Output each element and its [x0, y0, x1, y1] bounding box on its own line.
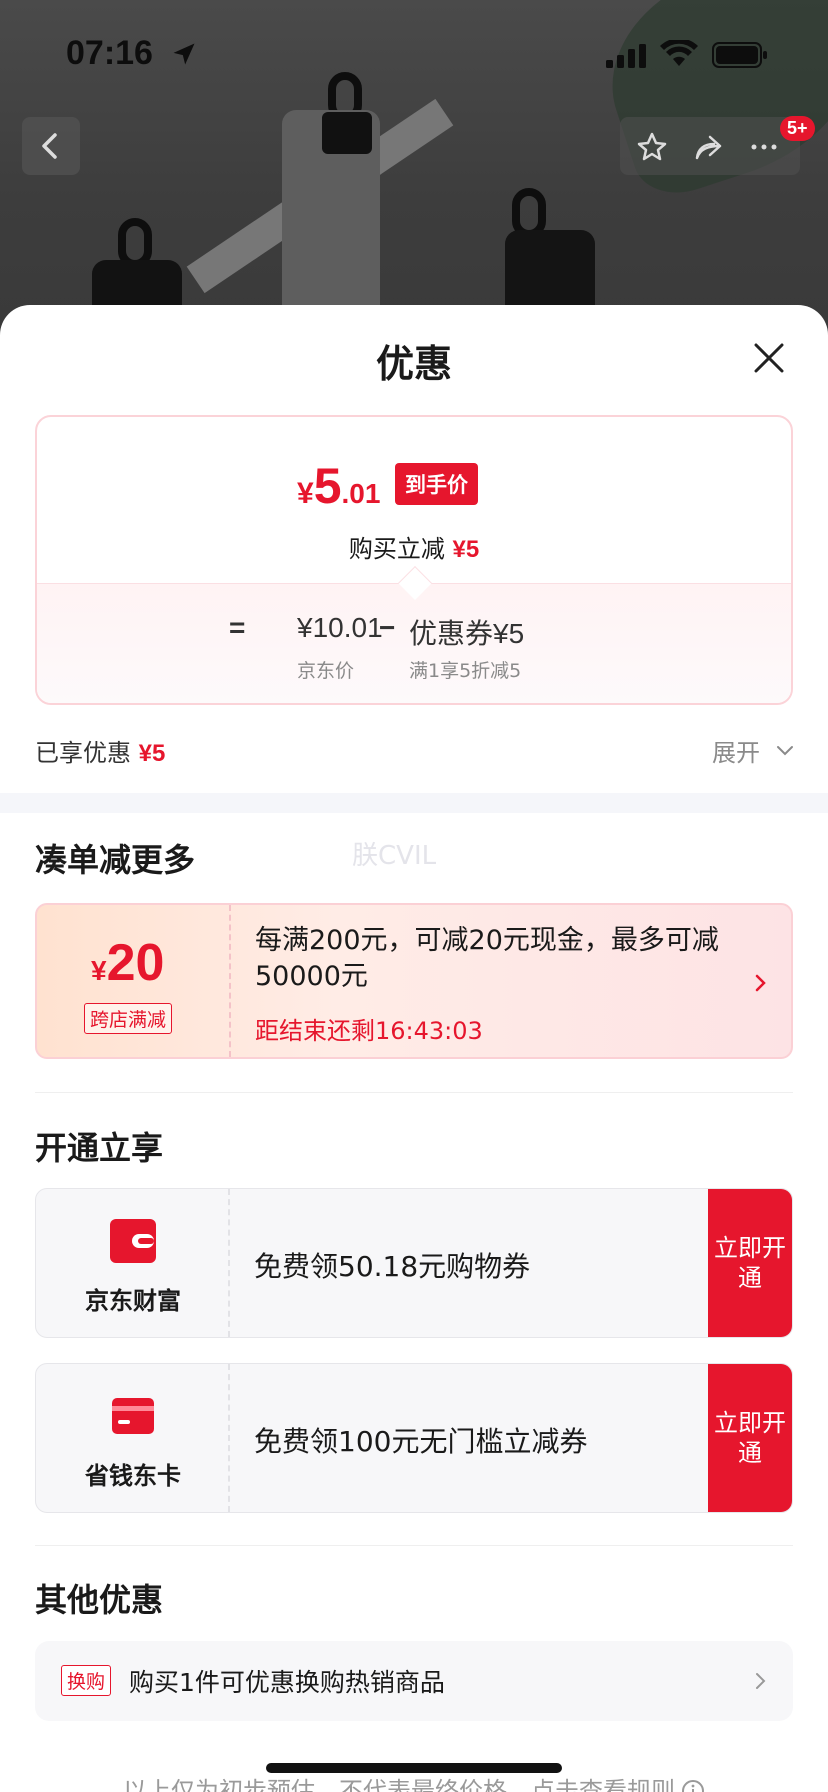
- final-price-tag: 到手价: [395, 463, 478, 505]
- location-arrow-icon: [173, 43, 195, 65]
- bundle-section-title: 凑单减更多: [35, 841, 196, 879]
- member-name: 省钱东卡: [85, 1462, 181, 1490]
- top-action-bar: [620, 117, 800, 175]
- final-price-decimal: .01: [341, 478, 381, 509]
- status-bar: 07:16: [0, 0, 828, 110]
- watermark-text: 朕CVIL: [352, 841, 437, 871]
- price-formula: = ¥10.01 京东价 − 优惠券¥5 满1享5折减5: [37, 583, 791, 703]
- equals-sign: =: [229, 612, 246, 643]
- promo-countdown: 距结束还剩16:43:03: [255, 1017, 483, 1045]
- open-now-section-title: 开通立享: [35, 1129, 164, 1167]
- open-now-button[interactable]: 立即开通: [708, 1364, 792, 1512]
- price-top: ¥5.01 到手价 购买立减 ¥5: [37, 417, 791, 585]
- section-divider: [0, 793, 828, 813]
- base-price: ¥10.01: [297, 612, 383, 643]
- divider: [35, 1545, 793, 1546]
- enjoyed-label: 已享优惠: [35, 739, 131, 767]
- base-price-label: 京东价: [297, 660, 355, 682]
- wallet-icon: [110, 1219, 156, 1263]
- member-left: 省钱东卡: [36, 1364, 230, 1512]
- home-indicator: [266, 1763, 562, 1773]
- final-price-integer: 5: [313, 458, 342, 514]
- chevron-right-icon: [756, 1673, 766, 1689]
- member-name: 京东财富: [85, 1287, 181, 1315]
- member-description: 免费领50.18元购物券: [254, 1250, 531, 1283]
- member-offer-card[interactable]: 京东财富 免费领50.18元购物券 立即开通: [35, 1188, 793, 1338]
- promo-currency: ¥: [91, 955, 107, 986]
- expand-button[interactable]: 展开: [712, 733, 760, 768]
- chevron-down-icon[interactable]: [774, 739, 796, 761]
- member-description: 免费领100元无门槛立减券: [254, 1425, 588, 1458]
- coupon-rule: 满1享5折减5: [409, 660, 522, 682]
- swap-tag: 换购: [61, 1665, 112, 1696]
- discount-sheet: 优惠 ¥5.01 到手价 购买立减 ¥5 = ¥10.01 京东价 − 优惠券¥…: [0, 305, 828, 1792]
- battery-icon: [712, 42, 767, 68]
- status-time: 07:16: [66, 34, 153, 72]
- promo-tag: 跨店满减: [84, 1003, 173, 1034]
- info-icon[interactable]: [681, 1779, 705, 1792]
- member-left: 京东财富: [36, 1189, 230, 1337]
- promo-description: 每满200元，可减20元现金，最多可减50000元: [255, 925, 719, 992]
- swap-text: 购买1件可优惠换购热销商品: [129, 1668, 445, 1697]
- instant-discount: 购买立减 ¥5: [37, 529, 791, 564]
- other-section-title: 其他优惠: [35, 1581, 164, 1619]
- swap-offer-row[interactable]: 换购 购买1件可优惠换购热销商品: [35, 1641, 793, 1721]
- price-footnote[interactable]: 以上仅为初步预估，不代表最终价格，点击查看规则: [0, 1771, 828, 1792]
- signal-icon: [606, 44, 646, 68]
- instant-discount-label: 购买立减: [348, 535, 445, 563]
- cross-store-promo-card[interactable]: ¥20 跨店满减 每满200元，可减20元现金，最多可减50000元 距结束还剩…: [35, 903, 793, 1059]
- footnote-text: 以上仅为初步预估，不代表最终价格，点击查看规则: [123, 1777, 675, 1792]
- chevron-right-icon: [755, 974, 766, 992]
- instant-discount-amount: ¥5: [452, 536, 480, 563]
- more-icon[interactable]: [748, 131, 780, 163]
- enjoyed-amount: ¥5: [138, 740, 166, 767]
- minus-sign: −: [379, 612, 396, 643]
- card-icon: [112, 1398, 154, 1434]
- enjoyed-discount: 已享优惠 ¥5: [35, 733, 165, 768]
- close-icon[interactable]: [748, 337, 790, 379]
- promo-left: ¥20 跨店满减: [37, 905, 231, 1057]
- promo-amount: ¥20: [91, 933, 164, 993]
- divider: [35, 1092, 793, 1093]
- coupon-value: 优惠券¥5: [409, 618, 525, 649]
- notification-badge: 5+: [780, 116, 815, 141]
- share-icon[interactable]: [692, 131, 724, 163]
- chevron-left-icon: [42, 133, 57, 159]
- promo-amount-value: 20: [106, 934, 165, 992]
- final-price-card: ¥5.01 到手价 购买立减 ¥5 = ¥10.01 京东价 − 优惠券¥5 满…: [35, 415, 793, 705]
- back-button[interactable]: [22, 117, 80, 175]
- final-price: ¥5.01: [297, 457, 380, 515]
- currency-symbol: ¥: [297, 477, 314, 510]
- sheet-title: 优惠: [375, 342, 452, 386]
- star-icon[interactable]: [636, 131, 668, 163]
- member-offer-card[interactable]: 省钱东卡 免费领100元无门槛立减券 立即开通: [35, 1363, 793, 1513]
- wifi-icon: [660, 40, 698, 66]
- umbrella-cap-shape: [322, 112, 372, 154]
- open-now-button[interactable]: 立即开通: [708, 1189, 792, 1337]
